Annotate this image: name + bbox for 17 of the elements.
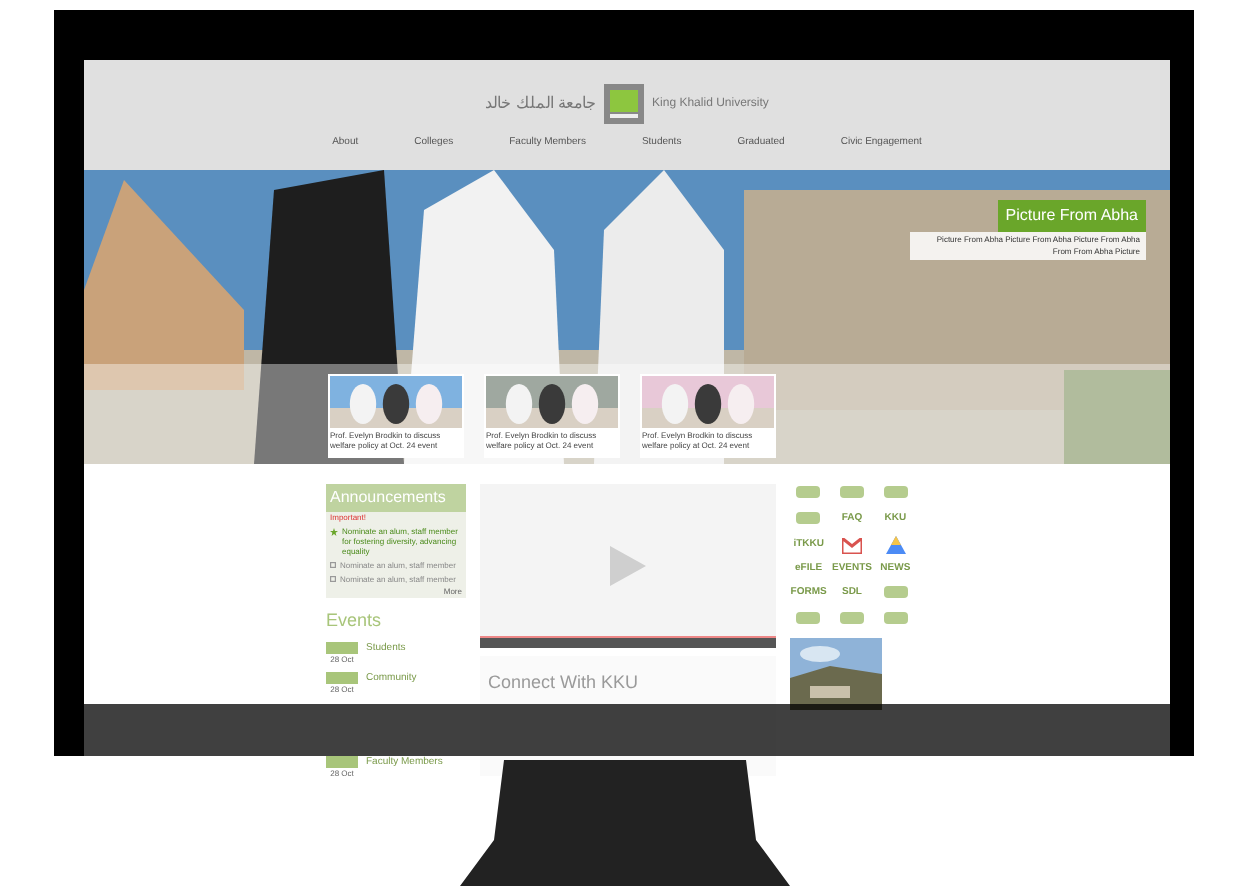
university-logo-icon <box>604 84 645 124</box>
logo-icon[interactable] <box>796 610 821 626</box>
logo-icon[interactable] <box>796 484 821 500</box>
connect-title: Connect With KKU <box>488 672 639 692</box>
logo-arabic-text: جامعة الملك خالد <box>485 92 597 116</box>
logo-icon[interactable] <box>883 610 908 626</box>
logo-icon[interactable] <box>796 510 821 526</box>
mail-icon[interactable] <box>841 537 862 553</box>
play-icon <box>610 546 646 586</box>
triangle-icon[interactable] <box>885 536 906 554</box>
logo-icon[interactable] <box>839 484 864 500</box>
logo-icon[interactable] <box>839 610 864 626</box>
video-player[interactable] <box>480 484 776 648</box>
events-title: Events <box>326 608 384 634</box>
logo-icon[interactable] <box>883 484 908 500</box>
announcements-title: Announcements <box>326 484 466 512</box>
logo-icon[interactable] <box>883 584 908 600</box>
